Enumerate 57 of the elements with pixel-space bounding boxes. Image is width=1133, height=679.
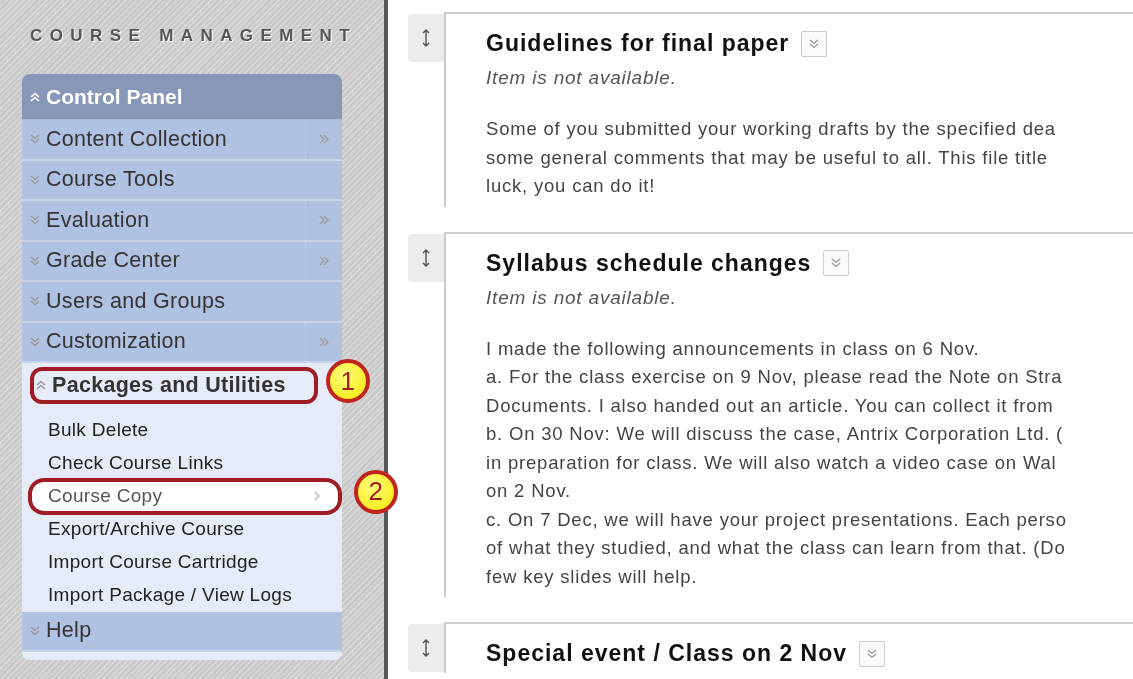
vertical-arrows-icon bbox=[422, 248, 430, 267]
submenu-item[interactable]: Import Package / View Logs bbox=[22, 578, 342, 612]
chevron-icon bbox=[30, 174, 40, 185]
body-text-line: b. On 30 Nov: We will discuss the case, Antrix Corporation Ltd. ( bbox=[486, 422, 1065, 446]
menu-item[interactable]: Content Collection bbox=[22, 120, 342, 161]
menu-item[interactable]: Customization bbox=[22, 322, 342, 363]
body-text-line: some general comments that may be useful to all. This file title bbox=[486, 145, 1049, 170]
menu-item[interactable]: Grade Center bbox=[22, 241, 342, 282]
body-text-line: a. For the class exercise on 9 Nov, please read the Note on Stra bbox=[486, 365, 1064, 389]
chevron-icon bbox=[30, 336, 40, 347]
sidebar-heading: COURSE MANAGEMENT bbox=[30, 26, 358, 47]
body-text-line: of what they studied, and what the class can learn from that. (Do bbox=[486, 536, 1067, 560]
chevron-icon bbox=[30, 255, 40, 266]
drag-handle[interactable] bbox=[408, 624, 444, 672]
body-text-line: on 2 Nov. bbox=[486, 479, 572, 503]
body-text-line: luck, you can do it! bbox=[486, 174, 657, 198]
chevron-icon bbox=[30, 91, 40, 102]
options-button[interactable] bbox=[801, 30, 828, 57]
submenu-arrow-icon[interactable] bbox=[319, 255, 329, 266]
body-text-line: c. On 7 Dec, we will have your project presentations. Each perso bbox=[486, 507, 1068, 532]
callout-number: 2 bbox=[354, 469, 398, 514]
menu-item[interactable]: Evaluation bbox=[22, 201, 342, 242]
body-text-line: few key slides will help. bbox=[486, 564, 699, 589]
menu-item[interactable]: Course Tools bbox=[22, 160, 342, 201]
submenu-arrow-icon[interactable] bbox=[319, 215, 329, 226]
body-text-line: Some of you submitted your working drafts by the specified dea bbox=[486, 117, 1057, 141]
vertical-arrows-icon bbox=[422, 639, 430, 657]
drag-handle[interactable] bbox=[408, 14, 444, 62]
menu-item[interactable]: Help bbox=[22, 611, 342, 652]
chevron-icon bbox=[30, 134, 40, 145]
chevron-icon bbox=[30, 625, 40, 636]
chevron-icon bbox=[36, 380, 46, 391]
body-text-line: I made the following announcements in class on 6 Nov. bbox=[486, 336, 981, 361]
submenu-arrow-icon[interactable] bbox=[319, 134, 329, 145]
drag-handle[interactable] bbox=[408, 233, 444, 282]
submenu-item[interactable]: Bulk Delete bbox=[22, 413, 342, 447]
item-title: Guidelines for final paper bbox=[486, 30, 790, 57]
chevron-down-icon bbox=[809, 38, 820, 49]
chevron-icon bbox=[30, 296, 40, 307]
availability-note: Item is not available. bbox=[486, 67, 678, 89]
options-button[interactable] bbox=[823, 250, 850, 276]
chevron-down-icon bbox=[867, 648, 878, 659]
vertical-arrows-icon bbox=[422, 29, 430, 47]
item-title: Special event / Class on 2 Nov bbox=[486, 640, 848, 667]
body-text-line: Documents. I also handed out an article. You can collect it from bbox=[486, 393, 1055, 418]
menu-item[interactable]: Users and Groups bbox=[22, 282, 342, 323]
options-button[interactable] bbox=[859, 640, 886, 667]
availability-note: Item is not available. bbox=[486, 286, 678, 309]
submenu-arrow-icon[interactable] bbox=[319, 336, 329, 347]
submenu-item[interactable]: Import Course Cartridge bbox=[22, 545, 342, 579]
chevron-right-icon bbox=[314, 491, 320, 501]
callout-number: 1 bbox=[326, 359, 370, 403]
submenu-item[interactable]: Export/Archive Course bbox=[22, 512, 342, 546]
body-text-line: in preparation for class. We will also watch a video case on Wal bbox=[486, 450, 1058, 475]
item-title: Syllabus schedule changes bbox=[486, 249, 812, 277]
chevron-down-icon bbox=[831, 258, 842, 268]
chevron-icon bbox=[30, 215, 40, 226]
